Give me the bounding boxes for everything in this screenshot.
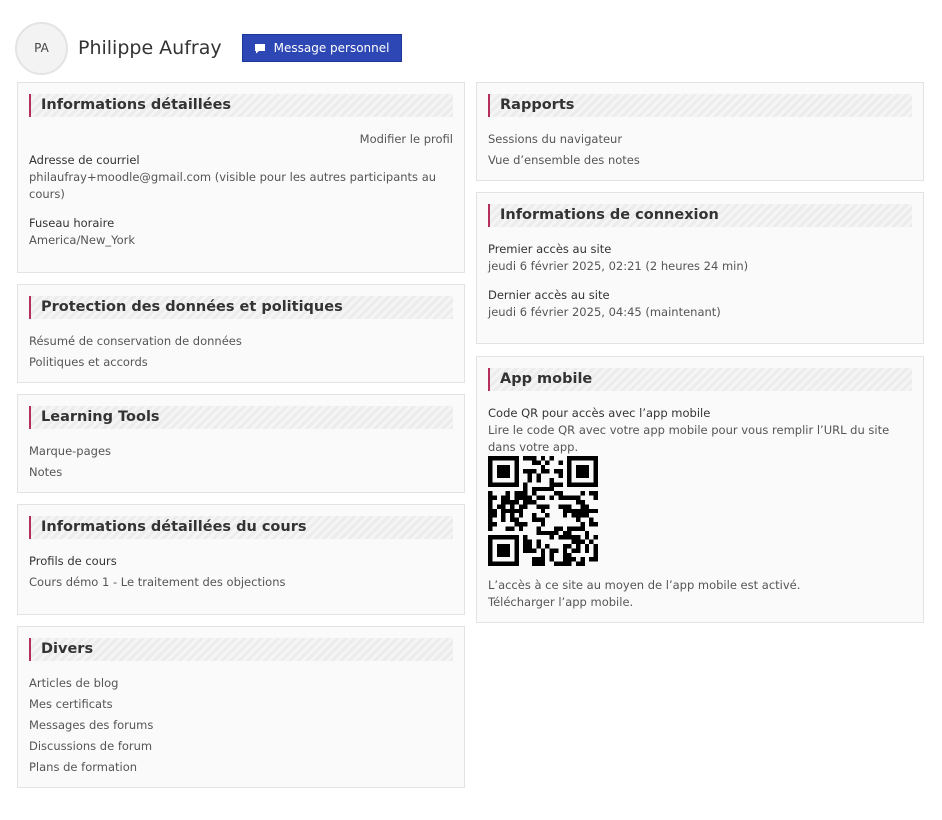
card-title: Informations détaillées du cours — [29, 516, 453, 539]
profile-header: PA Philippe Aufray Message personnel — [15, 21, 402, 75]
message-button-label: Message personnel — [273, 41, 390, 55]
privacy-card: Protection des données et politiques Rés… — [17, 284, 465, 383]
card-title: App mobile — [488, 368, 912, 391]
timezone-label: Fuseau horaire — [29, 216, 115, 230]
card-title: Learning Tools — [29, 406, 453, 429]
edit-profile-link[interactable]: Modifier le profil — [360, 131, 453, 148]
card-title: Divers — [29, 638, 453, 661]
avatar: PA — [15, 21, 68, 75]
blog-link[interactable]: Articles de blog — [29, 675, 118, 692]
certificates-link[interactable]: Mes certificats — [29, 696, 113, 713]
card-title: Protection des données et politiques — [29, 296, 453, 319]
details-card: Informations détaillées Modifier le prof… — [17, 82, 465, 273]
mobile-app-card: App mobile Code QR pour accès avec l’app… — [476, 356, 924, 623]
course-details-card: Informations détaillées du cours Profils… — [17, 504, 465, 615]
course-link[interactable]: Cours démo 1 - Le traitement des objecti… — [29, 574, 285, 591]
bookmarks-link[interactable]: Marque-pages — [29, 443, 111, 460]
card-title: Informations détaillées — [29, 94, 453, 117]
forum-discussions-link[interactable]: Discussions de forum — [29, 738, 152, 755]
first-access-value: jeudi 6 février 2025, 02:21 (2 heures 24… — [488, 259, 749, 273]
user-fullname: Philippe Aufray — [78, 37, 222, 59]
course-profiles-label: Profils de cours — [29, 554, 117, 568]
data-retention-link[interactable]: Résumé de conservation de données — [29, 333, 242, 350]
policies-link[interactable]: Politiques et accords — [29, 354, 148, 371]
last-access-label: Dernier accès au site — [488, 288, 610, 302]
qr-label: Code QR pour accès avec l’app mobile — [488, 406, 711, 420]
learning-plans-link[interactable]: Plans de formation — [29, 759, 137, 776]
grades-overview-link[interactable]: Vue d’ensemble des notes — [488, 152, 640, 169]
card-title: Rapports — [488, 94, 912, 117]
learning-tools-card: Learning Tools Marque-pages Notes — [17, 394, 465, 493]
first-access-label: Premier accès au site — [488, 242, 612, 256]
notes-link[interactable]: Notes — [29, 464, 62, 481]
mobile-enabled-text: L’accès à ce site au moyen de l’app mobi… — [488, 578, 801, 592]
download-app-link[interactable]: Télécharger l’app mobile. — [488, 594, 633, 611]
card-title: Informations de connexion — [488, 204, 912, 227]
email-value: philaufray+moodle@gmail.com (visible pou… — [29, 170, 437, 201]
last-access-value: jeudi 6 février 2025, 04:45 (maintenant) — [488, 305, 721, 319]
chat-icon — [254, 43, 265, 53]
message-button[interactable]: Message personnel — [241, 34, 402, 62]
qr-description: Lire le code QR avec votre app mobile po… — [488, 423, 890, 454]
email-label: Adresse de courriel — [29, 153, 140, 167]
forum-posts-link[interactable]: Messages des forums — [29, 717, 153, 734]
timezone-value: America/New_York — [29, 233, 136, 247]
browser-sessions-link[interactable]: Sessions du navigateur — [488, 131, 622, 148]
reports-card: Rapports Sessions du navigateur Vue d’en… — [476, 82, 924, 181]
qr-code — [488, 456, 598, 566]
misc-card: Divers Articles de blog Mes certificats … — [17, 626, 465, 788]
login-card: Informations de connexion Premier accès … — [476, 192, 924, 344]
